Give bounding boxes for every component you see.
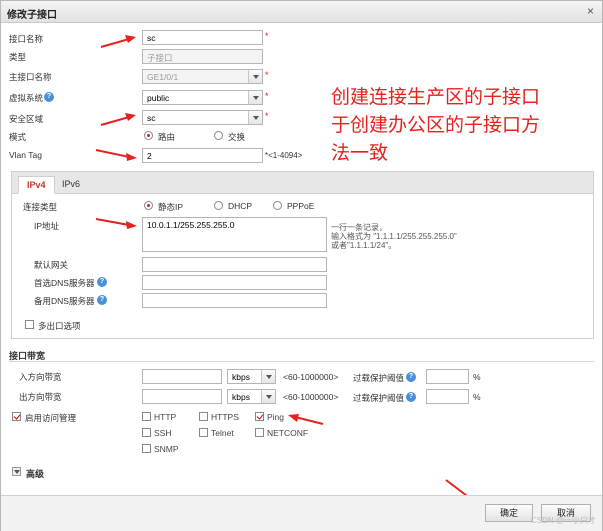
ok-button[interactable]: 确定	[485, 504, 533, 522]
annotation-arrows	[95, 35, 485, 509]
arrowhead	[126, 153, 137, 161]
arrow-to-name	[100, 38, 130, 48]
arrow-to-vlan	[95, 149, 130, 158]
arrow-to-ping	[294, 416, 324, 425]
watermark: CSDN @一小只才	[530, 516, 596, 525]
arrowhead	[288, 414, 299, 422]
arrowhead	[125, 113, 136, 121]
edit-subinterface-dialog: 修改子接口 × 接口名称 sc * 类型 子接口 主接口名称 GE1/0/1 *…	[0, 0, 603, 531]
dialog-footer: 确定 取消	[1, 495, 602, 531]
arrow-to-ip	[95, 218, 130, 226]
arrowhead	[126, 221, 137, 229]
arrowhead	[125, 35, 136, 43]
arrow-to-zone	[100, 116, 130, 126]
